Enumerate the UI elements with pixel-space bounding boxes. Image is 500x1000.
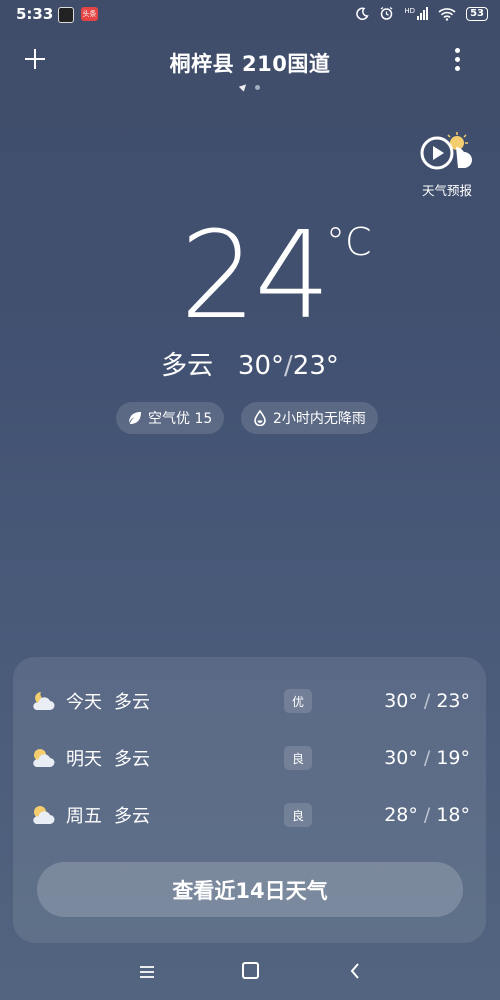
range-separator: / <box>284 351 293 381</box>
day-label: 今天 <box>66 692 102 713</box>
system-icons: HD 53 <box>355 6 488 21</box>
daily-row-today[interactable]: 今天 多云 优 30°/23° <box>30 681 470 721</box>
back-icon <box>350 963 359 979</box>
view-14-day-forecast-button[interactable]: 查看近14日天气 <box>37 862 463 917</box>
air-quality-text: 空气优 15 <box>148 411 213 427</box>
day-condition: 多云 <box>114 806 150 827</box>
temp-range: 30°/23° <box>384 690 470 712</box>
water-drop-icon <box>254 410 266 426</box>
nav-home-button[interactable] <box>242 962 259 979</box>
day-condition: 多云 <box>114 749 150 770</box>
nav-back-button[interactable] <box>349 958 361 986</box>
aqi-badge: 良 <box>284 746 312 770</box>
rain-forecast-chip[interactable]: 2小时内无降雨 <box>241 402 378 434</box>
condition-text: 多云 <box>161 351 214 381</box>
wifi-icon <box>438 7 456 21</box>
current-temperature: 24 <box>180 207 331 346</box>
aqi-badge: 优 <box>284 689 312 713</box>
daily-row-tomorrow[interactable]: 明天 多云 良 30°/19° <box>30 738 470 778</box>
network-type-label: HD <box>404 7 416 15</box>
location-arrow-icon: ▲ <box>237 81 250 93</box>
leaf-icon <box>129 412 141 424</box>
rain-forecast-text: 2小时内无降雨 <box>273 411 366 427</box>
day-label: 周五 <box>66 806 102 827</box>
news-app-icon: 头条 <box>81 7 98 21</box>
app-notification-icon <box>58 7 74 23</box>
more-options-button[interactable] <box>455 48 461 71</box>
today-high: 30° <box>237 351 285 381</box>
menu-icon <box>140 966 154 978</box>
forecast-video-label: 天气预报 <box>421 183 472 198</box>
more-vertical-icon <box>455 48 460 53</box>
day-condition: 多云 <box>114 692 150 713</box>
battery-icon: 53 <box>466 6 488 21</box>
location-title: 桐梓县 210国道 <box>169 52 331 76</box>
current-condition: 多云 30°/23° <box>0 345 500 382</box>
do-not-disturb-icon <box>356 7 370 20</box>
weather-forecast-video-button[interactable]: 天气预报 <box>418 130 476 199</box>
play-cloud-icon <box>420 132 472 170</box>
partly-cloudy-icon <box>30 747 56 769</box>
signal-icon: HD <box>404 7 429 20</box>
night-partly-cloudy-icon <box>30 690 56 712</box>
air-quality-chip[interactable]: 空气优 15 <box>116 402 225 434</box>
today-low: 23° <box>292 351 339 381</box>
temp-range: 30°/19° <box>384 747 470 769</box>
aqi-badge: 良 <box>284 803 312 827</box>
temperature-unit: °C <box>326 220 372 264</box>
daily-row-friday[interactable]: 周五 多云 良 28°/18° <box>30 795 470 835</box>
city-pager[interactable]: ▲ <box>0 81 500 93</box>
status-bar: 5:33 头条 HD 53 <box>0 0 500 30</box>
temp-range: 28°/18° <box>384 804 470 826</box>
partly-cloudy-icon <box>30 804 56 826</box>
day-label: 明天 <box>66 749 102 770</box>
pager-dot <box>254 84 260 90</box>
alarm-icon <box>381 6 393 20</box>
nav-menu-button[interactable] <box>139 963 155 984</box>
status-time: 5:33 <box>16 5 54 23</box>
